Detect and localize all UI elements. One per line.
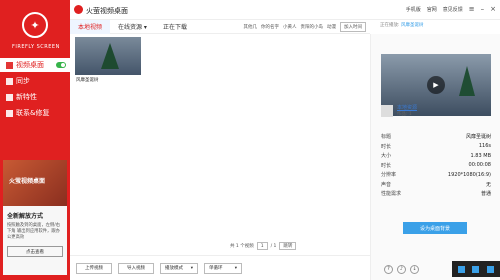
sidebar-item-contact[interactable]: 联系&修复 [0, 106, 70, 120]
info-table: 标题 风靡圣诞树 时长 116s 大小 1.83 MB 时长 00:00:08 分辨率 1… [381, 132, 491, 199]
tree-icon [101, 43, 119, 69]
sidebar: ✦ FIREFLY SCREEN 视频桌面 同步 新特性 联系&修复 火萤视频桌… [0, 0, 70, 280]
author-name[interactable]: 本地资源 [397, 104, 417, 111]
tab-local-video[interactable]: 本地视频 [70, 19, 111, 34]
tab-downloading[interactable]: 正在下载 [155, 20, 195, 34]
taskbar: ? ♪ ↓ [380, 258, 500, 280]
tree-icon [459, 66, 475, 96]
author-works: 作品: 1 [397, 112, 412, 117]
sync-icon [6, 77, 13, 85]
music-icon[interactable]: ♪ [397, 264, 406, 274]
import-button[interactable]: 导入视频 [118, 262, 154, 274]
app-icon [74, 5, 83, 14]
link-feedback[interactable]: 意见反馈 [443, 6, 463, 13]
set-wallpaper-button[interactable]: 设为桌面背景 [403, 222, 467, 234]
category-links: 其他几 你的名字 小黄人 贵阳的小岛 动漫 加入时间 [244, 21, 371, 32]
sidebar-item-video-desktop[interactable]: 视频桌面 [0, 58, 70, 72]
arrow-icon[interactable]: ↓ [410, 264, 419, 274]
info-row: 大小 1.83 MB [381, 152, 491, 160]
promo-title: 全新解放方式 [7, 213, 44, 220]
help-icon[interactable]: ? [384, 264, 393, 274]
sort-select[interactable]: 加入时间 [340, 21, 366, 32]
chevron-down-icon: ▾ [234, 265, 237, 271]
app-window: ✦ FIREFLY SCREEN 视频桌面 同步 新特性 联系&修复 火萤视频桌… [0, 0, 500, 280]
toggle-switch[interactable] [56, 62, 66, 68]
brand-subtitle: FIREFLY SCREEN [12, 44, 60, 50]
play-mode-select[interactable]: 播放模式 ▾ [160, 262, 198, 274]
category-4[interactable]: 动漫 [327, 24, 336, 30]
info-row: 标题 风靡圣诞树 [381, 134, 491, 141]
video-title: 风靡圣诞树 [76, 78, 99, 83]
category-1[interactable]: 你的名字 [261, 24, 279, 30]
info-row: 时长 116s [381, 143, 491, 150]
app-logo-icon: ✦ [22, 12, 48, 38]
minimize-icon[interactable]: – [481, 5, 485, 13]
menu-icon[interactable]: ≡ [469, 5, 475, 13]
close-icon[interactable]: × [490, 5, 496, 13]
wrench-icon [6, 109, 13, 117]
tray-icon[interactable] [457, 265, 465, 273]
avatar [381, 104, 393, 117]
now-playing: 正在播放: 风靡圣诞树 [380, 23, 424, 28]
pager: 共 1 个视频 1 / 1 跳转 [230, 242, 297, 250]
info-row: 时长 00:00:08 [381, 162, 491, 169]
sidebar-item-features[interactable]: 新特性 [0, 90, 70, 104]
chevron-down-icon: ▾ [190, 265, 193, 271]
footer-toolbar: 上传视频 导入视频 播放模式 ▾ 单循环 ▾ [70, 255, 370, 280]
play-icon[interactable]: ▶ [427, 76, 445, 94]
video-icon [6, 61, 13, 69]
page-of: / 1 [270, 243, 277, 249]
sidebar-nav: 视频桌面 同步 新特性 联系&修复 [0, 58, 70, 122]
promo-desc: 按照触及到的桌面，左侧/右下角 输出到应用软件，跟办公更高效 [7, 223, 61, 240]
system-tray [452, 261, 500, 277]
window-title: 火萤视频桌面 [86, 7, 128, 15]
info-row: 性能需求 普通 [381, 191, 491, 198]
jump-button[interactable]: 跳转 [279, 242, 297, 250]
video-thumbnail[interactable] [75, 37, 141, 75]
tab-bar: 本地视频 在线资源 ▾ 正在下载 其他几 你的名字 小黄人 贵阳的小岛 动漫 加… [70, 19, 371, 34]
video-grid: 风靡圣诞树 [70, 34, 370, 242]
promo-button[interactable]: 点击查看 [7, 246, 63, 258]
info-row: 分辨率 1920*1080(16:9) [381, 171, 491, 179]
link-site[interactable]: 官网 [427, 6, 437, 13]
category-3[interactable]: 贵阳的小岛 [301, 24, 324, 30]
tray-icon[interactable] [487, 265, 495, 273]
star-icon [6, 93, 13, 101]
promo-card: 火萤视频桌面 全新解放方式 按照触及到的桌面，左侧/右下角 输出到应用软件，跟办… [3, 160, 67, 275]
info-row: 声音无 [381, 181, 491, 188]
tab-online[interactable]: 在线资源 ▾ [110, 20, 155, 34]
title-bar: 火萤视频桌面 手机版 官网 意见反馈 ≡ – × [70, 0, 500, 20]
category-0[interactable]: 其他几 [244, 24, 258, 30]
tray-icon[interactable] [472, 265, 480, 273]
detail-panel: ▶ 本地资源 作品: 1 标题 风靡圣诞树 时长 116s 大小 1.83 MB 时长… [370, 34, 500, 280]
upload-button[interactable]: 上传视频 [76, 262, 112, 274]
page-input[interactable]: 1 [256, 242, 268, 250]
loop-select[interactable]: 单循环 ▾ [204, 262, 242, 274]
promo-image: 火萤视频桌面 [3, 160, 67, 206]
author-info: 本地资源 作品: 1 [381, 104, 417, 117]
total-count: 共 1 个视频 [230, 244, 254, 249]
link-mobile[interactable]: 手机版 [406, 6, 421, 13]
category-2[interactable]: 小黄人 [283, 24, 297, 30]
top-links: 手机版 官网 意见反馈 ≡ – × [406, 5, 496, 13]
sidebar-item-sync[interactable]: 同步 [0, 74, 70, 88]
